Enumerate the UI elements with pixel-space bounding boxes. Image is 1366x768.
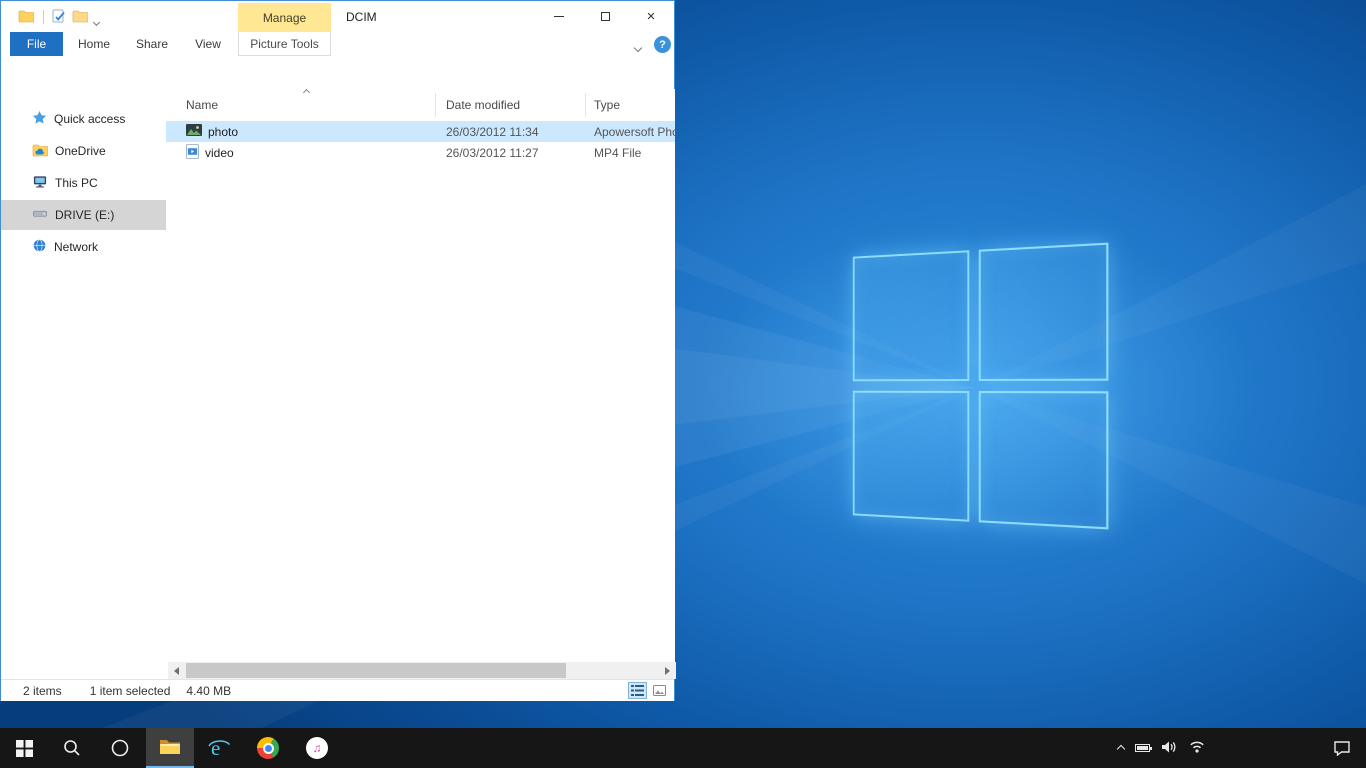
scroll-right-button[interactable] — [659, 662, 676, 679]
window-title: DCIM — [346, 10, 377, 24]
start-button[interactable] — [0, 728, 48, 768]
windows-logo — [853, 243, 1109, 530]
file-type: MP4 File — [586, 146, 675, 160]
file-explorer-icon — [159, 738, 181, 756]
large-icons-view-icon — [653, 685, 666, 696]
details-view-icon — [631, 685, 644, 696]
sidebar-item-label: DRIVE (E:) — [55, 208, 114, 222]
battery-icon[interactable] — [1135, 744, 1150, 752]
ribbon-contextual-group-manage[interactable]: Manage — [238, 3, 331, 32]
selection-size: 4.40 MB — [186, 684, 231, 698]
file-row-photo[interactable]: photo 26/03/2012 11:34 Apowersoft Pho — [166, 121, 675, 142]
photo-file-icon — [186, 124, 202, 139]
file-date-modified: 26/03/2012 11:27 — [436, 146, 586, 160]
minimize-button[interactable] — [536, 1, 582, 32]
windows-start-icon — [16, 740, 33, 757]
action-center-button[interactable] — [1318, 728, 1366, 768]
windows-logo-pane — [979, 243, 1109, 381]
file-name: photo — [208, 125, 238, 139]
windows-logo-pane — [979, 391, 1109, 529]
itunes-icon: ♫ — [306, 737, 328, 759]
volume-icon[interactable] — [1161, 740, 1177, 757]
onedrive-icon — [32, 143, 48, 160]
network-icon — [32, 238, 47, 256]
chrome-button[interactable] — [244, 728, 292, 768]
status-bar: 2 items 1 item selected 4.40 MB — [1, 679, 674, 701]
taskbar: e ♫ — [0, 728, 1366, 768]
details-view-button[interactable] — [628, 682, 647, 699]
qat-customize-chevron-icon[interactable] — [94, 14, 99, 28]
this-pc-icon — [32, 174, 48, 192]
drive-icon — [32, 206, 48, 224]
file-explorer-window: Manage DCIM × File Home Share View Pictu… — [0, 0, 675, 701]
file-row-video[interactable]: video 26/03/2012 11:27 MP4 File — [166, 142, 675, 163]
scrollbar-thumb[interactable] — [186, 663, 566, 678]
qat-divider — [43, 10, 44, 24]
tab-picture-tools[interactable]: Picture Tools — [238, 32, 331, 56]
address-toolbar: ← → ↑ › DRIVE (E:) › DCIM ↻ — [1, 56, 674, 89]
ribbon-tab-row: File Home Share View Picture Tools ? — [1, 32, 674, 56]
tab-share[interactable]: Share — [129, 32, 175, 56]
column-header-type[interactable]: Type — [586, 93, 675, 117]
column-header-name[interactable]: Name — [166, 93, 436, 117]
sidebar-item-label: OneDrive — [55, 144, 106, 158]
tab-file[interactable]: File — [10, 32, 63, 56]
hidden-icons-chevron-icon[interactable] — [1118, 741, 1124, 755]
qat-new-folder-icon[interactable] — [72, 8, 88, 24]
column-headers: Name Date modified Type — [166, 93, 675, 117]
selection-count: 1 item selected — [90, 684, 171, 698]
sidebar-item-label: Quick access — [54, 112, 125, 126]
itunes-button[interactable]: ♫ — [293, 728, 341, 768]
close-icon: × — [647, 9, 656, 24]
system-tray — [1118, 728, 1206, 768]
taskbar-search-button[interactable] — [48, 728, 96, 768]
taskbar-file-explorer-button[interactable] — [146, 728, 194, 768]
file-type: Apowersoft Pho — [586, 125, 675, 139]
file-list-area: Name Date modified Type photo 26/03/2012… — [166, 89, 675, 663]
file-rows: photo 26/03/2012 11:34 Apowersoft Pho vi… — [166, 121, 675, 163]
sidebar-item-quick-access[interactable]: Quick access — [1, 104, 166, 134]
internet-explorer-icon: e — [207, 736, 231, 760]
explorer-folder-icon — [18, 8, 34, 24]
navigation-pane: Quick access OneDrive This PC DRIVE (E:)… — [1, 89, 166, 663]
scroll-left-icon — [174, 667, 179, 675]
windows-logo-pane — [853, 250, 969, 381]
tab-view[interactable]: View — [185, 32, 231, 56]
chrome-icon — [257, 737, 279, 759]
item-count: 2 items — [23, 684, 62, 698]
internet-explorer-button[interactable]: e — [195, 728, 243, 768]
sidebar-item-this-pc[interactable]: This PC — [1, 168, 166, 198]
scroll-right-icon — [665, 667, 670, 675]
cortana-button[interactable] — [96, 728, 144, 768]
sidebar-item-network[interactable]: Network — [1, 232, 166, 262]
search-icon — [63, 739, 81, 757]
title-bar[interactable]: Manage DCIM × — [1, 1, 674, 32]
maximize-icon — [601, 12, 610, 21]
minimize-icon — [554, 16, 564, 17]
column-header-date-modified[interactable]: Date modified — [436, 93, 586, 117]
help-button[interactable]: ? — [654, 36, 671, 53]
svg-text:e: e — [211, 736, 220, 760]
windows-logo-pane — [853, 391, 969, 522]
sidebar-item-label: This PC — [55, 176, 98, 190]
maximize-button[interactable] — [582, 1, 628, 32]
close-button[interactable]: × — [628, 1, 674, 32]
quick-access-star-icon — [32, 110, 47, 128]
scroll-left-button[interactable] — [168, 662, 185, 679]
network-wifi-icon[interactable] — [1188, 740, 1206, 756]
file-date-modified: 26/03/2012 11:34 — [436, 125, 586, 139]
cortana-icon — [110, 738, 130, 758]
sidebar-item-onedrive[interactable]: OneDrive — [1, 136, 166, 166]
expand-ribbon-chevron-icon[interactable] — [635, 40, 641, 54]
file-name: video — [205, 146, 234, 160]
qat-properties-icon[interactable] — [51, 8, 67, 24]
sidebar-item-drive-e[interactable]: DRIVE (E:) — [1, 200, 166, 230]
large-icons-view-button[interactable] — [650, 682, 669, 699]
sidebar-item-label: Network — [54, 240, 98, 254]
tab-home[interactable]: Home — [71, 32, 117, 56]
horizontal-scrollbar[interactable] — [168, 662, 676, 679]
video-file-icon — [186, 144, 199, 162]
action-center-icon — [1333, 740, 1351, 756]
